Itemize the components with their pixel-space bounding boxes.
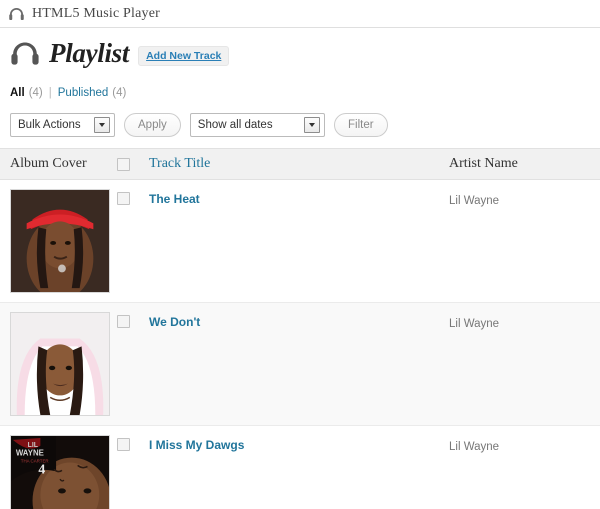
row-checkbox[interactable] (117, 438, 130, 451)
cell-track-title: The Heat (149, 179, 449, 303)
chevron-down-icon[interactable] (303, 117, 320, 133)
svg-text:4: 4 (38, 461, 45, 476)
headphones-icon (10, 41, 40, 66)
row-checkbox[interactable] (117, 315, 130, 328)
cell-artist-name: Lil Wayne (449, 302, 600, 426)
lil-wayne-tha-carter-4-cover: LIL WAYNE THA CARTER 4 PARENTAL (10, 435, 110, 509)
column-header-artist-name: Artist Name (449, 148, 600, 180)
table-row: We Don't Lil Wayne (0, 302, 600, 426)
status-filter-all[interactable]: All (10, 87, 25, 99)
bulk-actions-value: Bulk Actions (18, 119, 81, 131)
cell-album-cover (0, 302, 117, 426)
column-header-album-cover: Album Cover (0, 148, 117, 180)
cell-track-title: We Don't (149, 302, 449, 426)
cell-album-cover (0, 179, 117, 303)
select-all-checkbox[interactable] (117, 157, 130, 171)
table-row: LIL WAYNE THA CARTER 4 PARENTAL (0, 425, 600, 509)
artist-name: Lil Wayne (449, 195, 500, 207)
cell-artist-name: Lil Wayne (449, 179, 600, 303)
column-header-select-all (117, 148, 149, 180)
artist-name: Lil Wayne (449, 318, 500, 330)
add-new-track-button[interactable]: Add New Track (138, 45, 230, 67)
table-header-row: Album Cover Track Title Artist Name (0, 148, 600, 180)
filter-separator: | (48, 87, 52, 99)
date-filter-select[interactable]: Show all dates (189, 113, 325, 137)
column-header-track-title[interactable]: Track Title (149, 148, 449, 180)
cell-checkbox (117, 302, 149, 426)
lil-wayne-pink-hoodie-cover (10, 312, 110, 416)
cell-track-title: I Miss My Dawgs (149, 425, 449, 509)
admin-bar-title: HTML5 Music Player (32, 5, 161, 21)
cell-album-cover: LIL WAYNE THA CARTER 4 PARENTAL (0, 425, 117, 509)
playlist-table: Album Cover Track Title Artist Name The … (0, 148, 600, 509)
cell-checkbox (117, 425, 149, 509)
date-filter-value: Show all dates (197, 119, 273, 131)
chevron-down-icon[interactable] (94, 117, 110, 133)
table-body: The Heat Lil Wayne We Don't Lil Wayne LI… (0, 179, 600, 509)
page-wrap: Playlist Add New Track All (4) | Publish… (0, 28, 600, 138)
track-title-link[interactable]: The Heat (149, 192, 200, 206)
admin-bar: HTML5 Music Player (0, 0, 600, 28)
headphones-icon (8, 7, 25, 21)
apply-button[interactable]: Apply (124, 113, 181, 137)
row-checkbox[interactable] (117, 192, 130, 205)
page-title: Playlist (49, 37, 130, 68)
bulk-actions-select[interactable]: Bulk Actions (10, 113, 115, 137)
status-filter-published-count: (4) (112, 87, 127, 99)
svg-text:WAYNE: WAYNE (16, 449, 44, 458)
table-row: The Heat Lil Wayne (0, 179, 600, 303)
track-title-link[interactable]: We Don't (149, 315, 200, 329)
cell-artist-name: Lil Wayne (449, 425, 600, 509)
status-filter-all-count: (4) (28, 87, 43, 99)
artist-name: Lil Wayne (449, 441, 500, 453)
track-title-link[interactable]: I Miss My Dawgs (149, 438, 244, 452)
filter-button[interactable]: Filter (333, 113, 388, 137)
column-header-track-title-link[interactable]: Track Title (149, 156, 210, 171)
cell-checkbox (117, 179, 149, 303)
lil-wayne-red-cap-cover (10, 189, 110, 293)
table-toolbar: Bulk Actions Apply Show all dates Filter (10, 112, 600, 138)
page-header: Playlist Add New Track (10, 36, 600, 70)
status-filter-published[interactable]: Published (58, 87, 109, 99)
status-filter-links: All (4) | Published (4) (10, 87, 600, 99)
